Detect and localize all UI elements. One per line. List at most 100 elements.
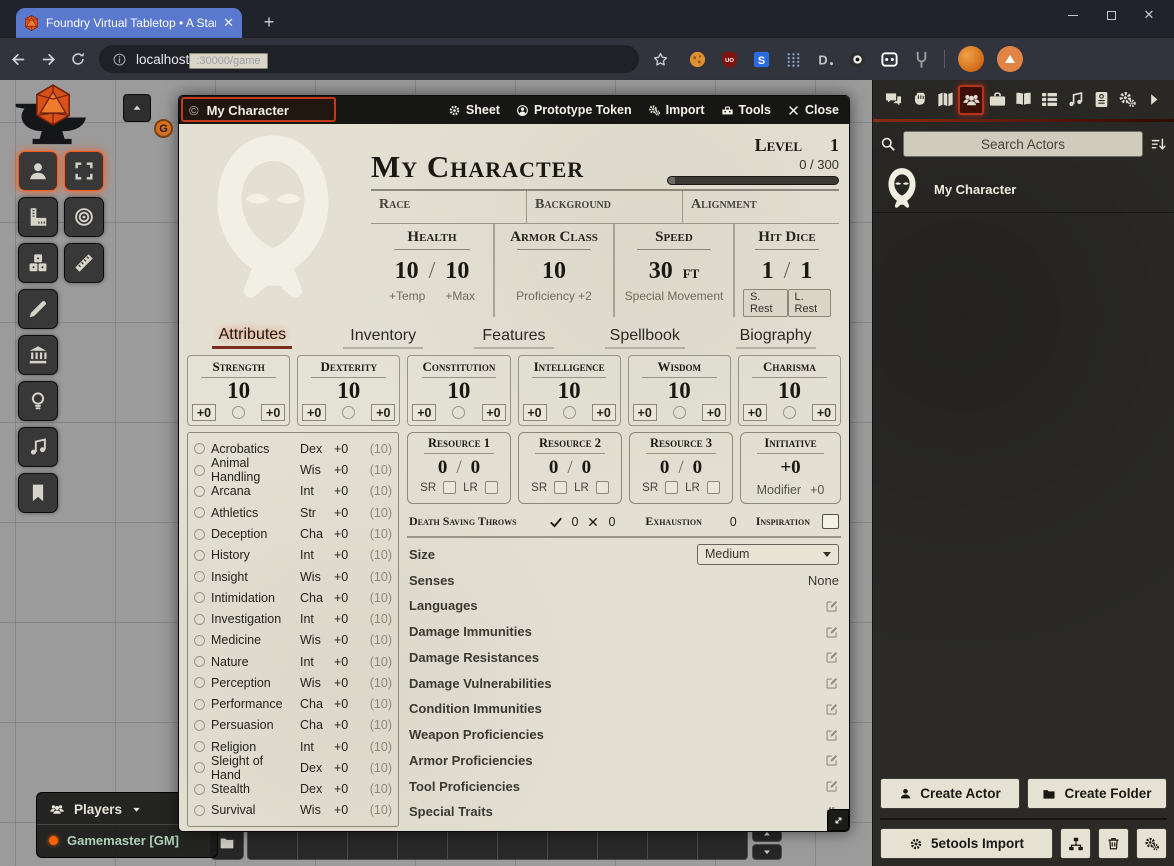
extension-icon[interactable] <box>912 50 931 69</box>
sidebar-tab[interactable] <box>932 85 958 115</box>
character-portrait[interactable] <box>187 129 363 313</box>
skill-row[interactable]: History Int +0 (10) <box>194 545 392 566</box>
skill-proficiency-radio[interactable] <box>194 677 205 688</box>
window-titlebar[interactable]: © My Character Sheet Prototype Token <box>179 96 849 124</box>
resource-value[interactable]: 0 <box>660 457 670 479</box>
skill-name[interactable]: Arcana <box>211 484 294 498</box>
back-icon[interactable] <box>10 51 27 68</box>
ability-score[interactable]: 10 <box>412 378 505 404</box>
death-success-count[interactable]: 0 <box>572 515 579 529</box>
death-failure-icon[interactable] <box>587 516 599 528</box>
foundry-logo[interactable] <box>4 86 112 150</box>
ability-proficiency-radio[interactable] <box>783 406 796 419</box>
skill-proficiency-radio[interactable] <box>194 529 205 540</box>
edit-icon[interactable] <box>825 625 839 639</box>
ability-save-mod[interactable]: +0 <box>743 404 767 421</box>
hit-dice-current[interactable]: 1 <box>762 258 774 285</box>
skill-proficiency-radio[interactable] <box>194 784 205 795</box>
extension-icon[interactable] <box>784 50 803 69</box>
sidebar-tab[interactable] <box>1010 85 1036 115</box>
scene-nav-collapse-button[interactable] <box>123 94 151 122</box>
ac-value[interactable]: 10 <box>542 258 566 285</box>
skill-name[interactable]: Performance <box>211 697 294 711</box>
edit-icon[interactable] <box>825 728 839 742</box>
lr-checkbox[interactable] <box>596 481 609 494</box>
sheet-tab[interactable]: Attributes <box>212 326 292 349</box>
5etools-import-button[interactable]: 5etools Import <box>880 828 1053 859</box>
window-menu-button[interactable]: Prototype Token <box>516 103 632 117</box>
ability-check-mod[interactable]: +0 <box>592 404 616 421</box>
level-value[interactable]: 1 <box>830 135 839 156</box>
sheet-tab[interactable]: Biography <box>736 327 816 349</box>
hp-max[interactable]: 10 <box>445 258 469 285</box>
sidebar-tab[interactable] <box>1037 85 1063 115</box>
hotbar-page-down-button[interactable] <box>752 844 782 860</box>
sr-checkbox[interactable] <box>665 481 678 494</box>
ability-check-mod[interactable]: +0 <box>812 404 836 421</box>
lr-checkbox[interactable] <box>707 481 720 494</box>
ability-proficiency-radio[interactable] <box>232 406 245 419</box>
tool-button[interactable] <box>18 473 58 513</box>
size-select[interactable]: Medium <box>697 544 839 565</box>
inspiration-checkbox[interactable] <box>822 514 839 529</box>
resource-max[interactable]: 0 <box>693 457 703 479</box>
ability-check-mod[interactable]: +0 <box>371 404 395 421</box>
skill-proficiency-radio[interactable] <box>194 507 205 518</box>
resource-max[interactable]: 0 <box>582 457 592 479</box>
speed-value[interactable]: 30 <box>649 258 673 285</box>
sidebar-tab[interactable] <box>1089 85 1115 115</box>
skill-proficiency-radio[interactable] <box>194 614 205 625</box>
ability-score[interactable]: 10 <box>633 378 726 404</box>
ability-proficiency-radio[interactable] <box>342 406 355 419</box>
ability-save-mod[interactable]: +0 <box>302 404 326 421</box>
ability-score[interactable]: 10 <box>192 378 285 404</box>
window-resize-handle[interactable] <box>827 809 849 831</box>
edit-icon[interactable] <box>825 599 839 613</box>
skill-row[interactable]: Investigation Int +0 (10) <box>194 609 392 630</box>
resource-max[interactable]: 0 <box>471 457 481 479</box>
tool-button[interactable] <box>18 243 58 283</box>
maximize-button[interactable] <box>1092 2 1130 28</box>
skill-name[interactable]: Religion <box>211 740 294 754</box>
skill-proficiency-radio[interactable] <box>194 486 205 497</box>
skill-proficiency-radio[interactable] <box>194 443 205 454</box>
tool-button[interactable] <box>18 427 58 467</box>
tool-button[interactable] <box>64 243 104 283</box>
skill-row[interactable]: Perception Wis +0 (10) <box>194 672 392 693</box>
skill-proficiency-radio[interactable] <box>194 699 205 710</box>
character-detail-field[interactable]: Background <box>527 191 683 223</box>
sheet-tab[interactable]: Inventory <box>343 327 423 349</box>
extension-icon[interactable] <box>688 50 707 69</box>
xp-value[interactable]: 0 <box>799 157 806 172</box>
window-menu-button[interactable]: Sheet <box>448 103 500 117</box>
tool-button[interactable] <box>18 289 58 329</box>
profile-avatar[interactable] <box>958 46 984 72</box>
ability-proficiency-radio[interactable] <box>563 406 576 419</box>
ability-save-mod[interactable]: +0 <box>633 404 657 421</box>
skill-name[interactable]: Deception <box>211 527 294 541</box>
character-detail-field[interactable]: Race <box>371 191 527 223</box>
skill-row[interactable]: Medicine Wis +0 (10) <box>194 630 392 651</box>
skill-name[interactable]: Investigation <box>211 612 294 626</box>
edit-icon[interactable] <box>825 753 839 767</box>
tool-button[interactable] <box>18 381 58 421</box>
skill-proficiency-radio[interactable] <box>194 720 205 731</box>
create-actor-button[interactable]: Create Actor <box>880 778 1020 809</box>
skill-row[interactable]: Performance Cha +0 (10) <box>194 694 392 715</box>
tool-button[interactable] <box>18 151 58 191</box>
lr-checkbox[interactable] <box>485 481 498 494</box>
skill-name[interactable]: Athletics <box>211 506 294 520</box>
hp-current[interactable]: 10 <box>395 258 419 285</box>
delete-button[interactable] <box>1098 828 1129 859</box>
skill-row[interactable]: Animal Handling Wis +0 (10) <box>194 460 392 481</box>
new-tab-button[interactable]: + <box>256 9 282 35</box>
minimize-button[interactable] <box>1054 2 1092 28</box>
hp-temp-label[interactable]: +Temp <box>389 289 425 303</box>
ability-name[interactable]: Wisdom <box>633 359 726 378</box>
ability-save-mod[interactable]: +0 <box>192 404 216 421</box>
special-movement-label[interactable]: Special Movement <box>625 289 724 303</box>
skill-name[interactable]: Persuasion <box>211 718 294 732</box>
edit-icon[interactable] <box>825 650 839 664</box>
skill-row[interactable]: Deception Cha +0 (10) <box>194 524 392 545</box>
ability-score[interactable]: 10 <box>302 378 395 404</box>
